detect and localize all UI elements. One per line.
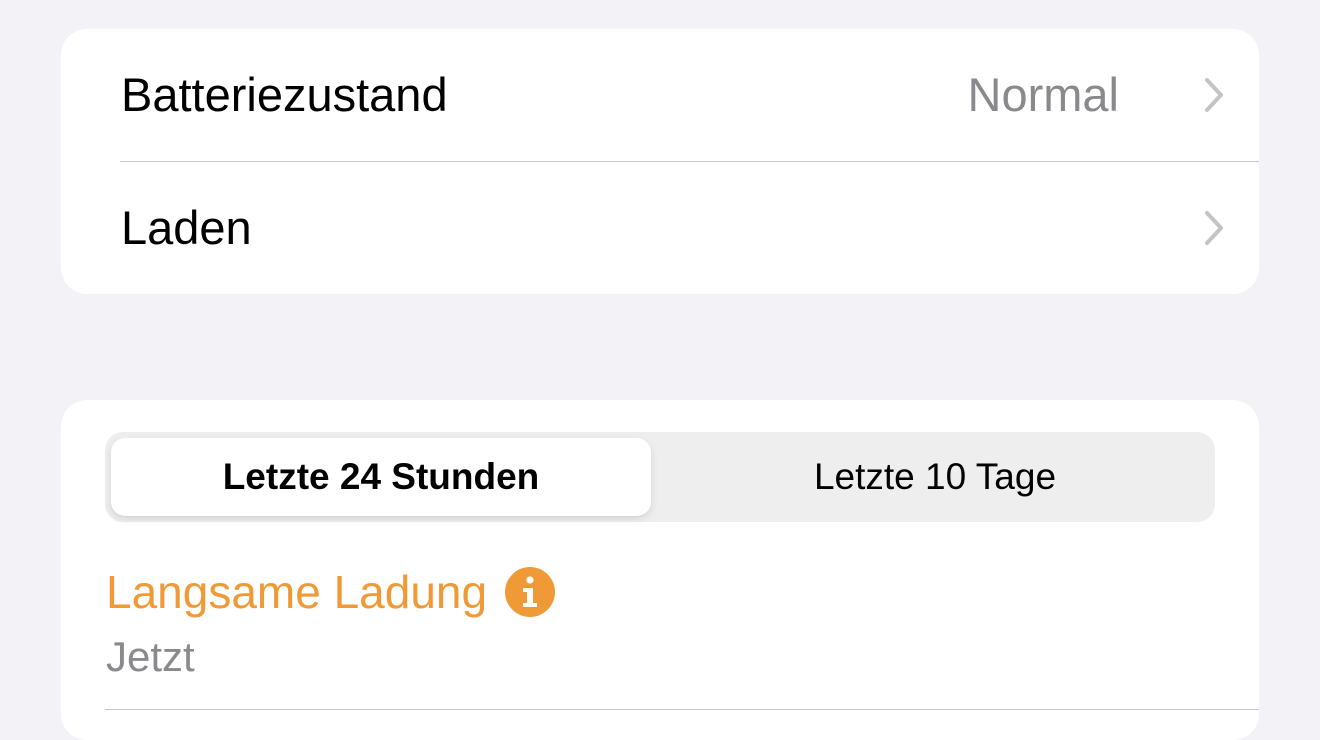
battery-health-label: Batteriezustand xyxy=(121,68,448,121)
battery-settings-group: Batteriezustand Normal Laden xyxy=(61,29,1259,294)
charging-row[interactable]: Laden xyxy=(61,162,1259,294)
charging-status-time: Jetzt xyxy=(106,633,195,680)
segment-last-10-days[interactable]: Letzte 10 Tage xyxy=(661,438,1209,516)
battery-usage-section: Letzte 24 Stunden Letzte 10 Tage Langsam… xyxy=(61,400,1259,740)
chevron-right-icon xyxy=(1205,211,1223,245)
chevron-right-icon xyxy=(1205,78,1223,112)
battery-health-value: Normal xyxy=(967,68,1119,121)
info-icon[interactable] xyxy=(505,567,556,617)
charging-status-title: Langsame Ladung xyxy=(106,566,488,618)
time-range-segmented-control: Letzte 24 Stunden Letzte 10 Tage xyxy=(105,432,1215,522)
charging-status-header: Langsame Ladung xyxy=(106,564,556,620)
charging-label: Laden xyxy=(121,201,252,254)
section-divider xyxy=(105,709,1259,710)
battery-health-row[interactable]: Batteriezustand Normal xyxy=(61,29,1259,161)
segment-last-24-hours[interactable]: Letzte 24 Stunden xyxy=(111,438,651,516)
